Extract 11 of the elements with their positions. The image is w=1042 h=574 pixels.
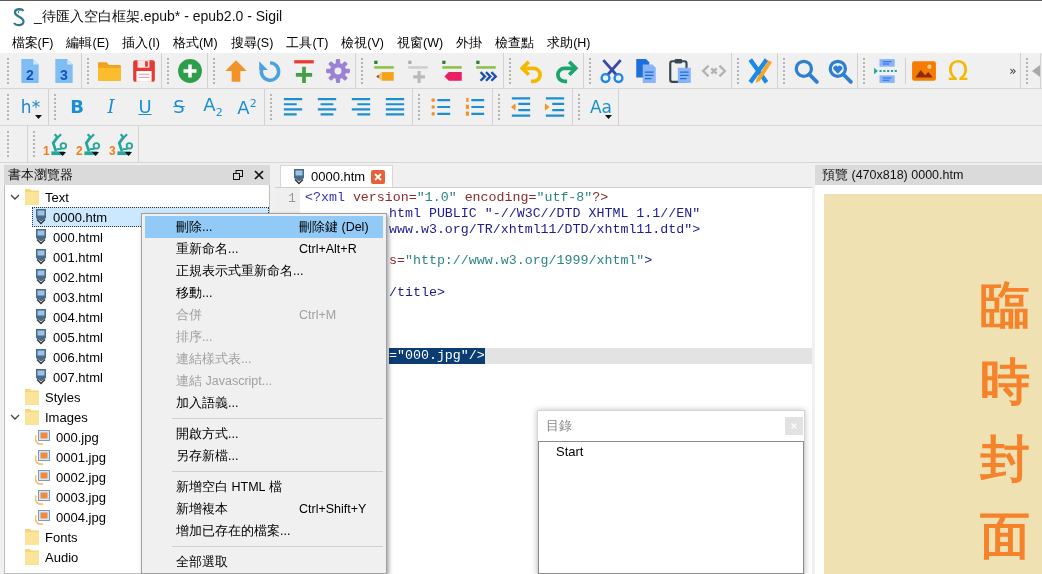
panel-title: 目錄 xyxy=(546,417,573,435)
code-line: www.w3.org/TR/xhtml11/DTD/xhtml11.dtd"> xyxy=(389,221,701,238)
panel-title: 預覽 (470x818) 0000.htm xyxy=(822,166,965,184)
code-line: html PUBLIC "-//W3C//DTD XHTML 1.1//EN" xyxy=(389,205,701,222)
code-line: /title> xyxy=(389,284,445,301)
panel-title: 書本瀏覽器 xyxy=(8,166,74,184)
code-line: <?xml version="1.0" encoding="utf-8"?> xyxy=(305,190,609,206)
line-number: 1 xyxy=(288,191,296,206)
window-title: _待匯入空白框架.epub* - epub2.0 - Sigil xyxy=(34,8,283,26)
code-line: s="http://www.w3.org/1999/xhtml"> xyxy=(389,253,653,269)
cover-title: 臨時封面 xyxy=(980,274,1030,567)
